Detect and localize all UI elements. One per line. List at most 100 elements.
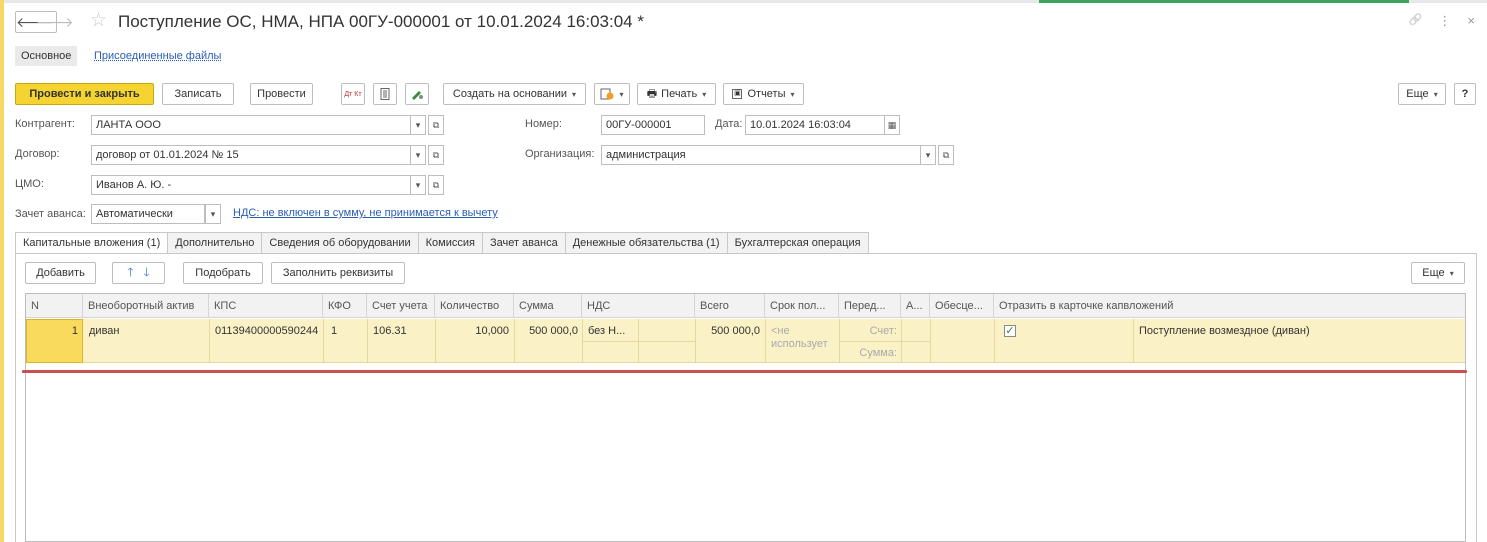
arrow-up-icon[interactable]: 🡑: [127, 263, 133, 284]
top-window-strip: [4, 0, 1487, 3]
col-reflect[interactable]: Отразить в карточке капвложений: [994, 294, 1467, 318]
add-row-button[interactable]: Добавить: [25, 262, 96, 284]
tab-commission[interactable]: Комиссия: [418, 232, 483, 254]
table-header: N Внеоборотный актив КПС КФО Счет учета …: [26, 294, 1465, 318]
more-button[interactable]: Еще ▾: [1398, 83, 1446, 105]
vat-cell[interactable]: без Н...: [588, 325, 636, 337]
org-dropdown-icon[interactable]: ▾: [920, 145, 936, 165]
back-icon[interactable]: 🡐: [16, 14, 54, 31]
move-buttons: 🡑 🡓: [112, 262, 165, 284]
attach-dropdown-button[interactable]: ▾: [594, 83, 630, 105]
number-label: Номер:: [525, 118, 562, 130]
tab-accounting-operation[interactable]: Бухгалтерская операция: [727, 232, 869, 254]
col-account[interactable]: Счет учета: [367, 294, 435, 318]
org-open-icon[interactable]: ⧉: [938, 145, 954, 165]
org-field[interactable]: администрация: [601, 145, 921, 165]
total-cell[interactable]: 500 000,0: [695, 325, 760, 337]
col-asset[interactable]: Внеоборотный актив: [83, 294, 209, 318]
contract-open-icon[interactable]: ⧉: [428, 145, 444, 165]
table-more-button[interactable]: Еще ▾: [1411, 262, 1465, 284]
report-icon: ▣: [732, 89, 743, 99]
col-secured[interactable]: Обесце...: [930, 294, 994, 318]
counterparty-label: Контрагент:: [15, 118, 75, 130]
org-label: Организация:: [525, 148, 595, 160]
page-title: Поступление ОС, НМА, НПА 00ГУ-000001 от …: [118, 12, 644, 31]
reports-button[interactable]: ▣ Отчеты ▾: [723, 83, 804, 105]
print-button[interactable]: 🖶 Печать ▾: [637, 83, 716, 105]
advance-dropdown-icon[interactable]: ▾: [205, 204, 221, 224]
document-tabs: Капитальные вложения (1) Дополнительно С…: [15, 232, 869, 254]
number-field[interactable]: 00ГУ-000001: [601, 115, 705, 135]
col-a[interactable]: А...: [901, 294, 930, 318]
tab-attached-files[interactable]: Присоединенные файлы: [88, 46, 227, 66]
left-accent-strip: [0, 0, 4, 542]
date-label: Дата:: [715, 118, 743, 130]
col-sum[interactable]: Сумма: [514, 294, 582, 318]
post-button[interactable]: Провести: [250, 83, 313, 105]
post-and-close-button[interactable]: Провести и закрыть: [15, 83, 154, 105]
col-term[interactable]: Срок пол...: [765, 294, 839, 318]
asset-cell[interactable]: диван: [89, 325, 119, 337]
col-total[interactable]: Всего: [695, 294, 765, 318]
document-add-icon: [600, 88, 614, 100]
arrow-down-icon[interactable]: 🡓: [144, 263, 150, 284]
cmo-dropdown-icon[interactable]: ▾: [410, 175, 426, 195]
more-vertical-icon[interactable]: ⋮: [1438, 13, 1451, 29]
col-vat[interactable]: НДС: [582, 294, 695, 318]
nav-buttons: 🡐 🡒: [15, 11, 74, 33]
tab-advance-offset[interactable]: Зачет аванса: [482, 232, 566, 254]
printer-icon: 🖶: [646, 87, 658, 100]
col-transfer[interactable]: Перед...: [839, 294, 901, 318]
col-n[interactable]: N: [26, 294, 83, 318]
cmo-field[interactable]: Иванов А. Ю. -: [91, 175, 411, 195]
table-row[interactable]: 1 диван 01139400000590244 1 106.31 10,00…: [26, 319, 1465, 363]
account-cell[interactable]: 106.31: [373, 325, 407, 337]
window-controls: 🔗 ⋮ ×: [1409, 13, 1475, 29]
contract-field[interactable]: договор от 01.01.2024 № 15: [91, 145, 411, 165]
vat-link[interactable]: НДС: не включен в сумму, не принимается …: [233, 207, 498, 219]
help-button[interactable]: ?: [1454, 83, 1476, 105]
transfer-account-cell[interactable]: Счет:: [839, 325, 897, 337]
counterparty-field[interactable]: ЛАНТА ООО: [91, 115, 411, 135]
counterparty-dropdown-icon[interactable]: ▾: [410, 115, 426, 135]
col-kps[interactable]: КПС: [209, 294, 323, 318]
list-doc-icon[interactable]: [373, 83, 397, 105]
close-icon[interactable]: ×: [1467, 13, 1475, 29]
advance-select[interactable]: Автоматически: [91, 204, 205, 224]
counterparty-open-icon[interactable]: ⧉: [428, 115, 444, 135]
term-cell[interactable]: <не использует: [771, 325, 835, 355]
tab-additional[interactable]: Дополнительно: [168, 232, 263, 254]
quantity-cell[interactable]: 10,000: [435, 325, 509, 337]
advance-label: Зачет аванса:: [15, 208, 86, 220]
save-button[interactable]: Записать: [162, 83, 234, 105]
link-icon[interactable]: 🔗: [1409, 13, 1423, 29]
favorite-star-icon[interactable]: ☆: [90, 9, 107, 32]
edit-pen-icon[interactable]: [405, 83, 429, 105]
tab-capital-investments[interactable]: Капитальные вложения (1): [15, 232, 169, 254]
tab-main[interactable]: Основное: [15, 46, 78, 66]
kps-cell[interactable]: 01139400000590244: [215, 325, 318, 337]
transfer-sum-cell[interactable]: Сумма:: [839, 347, 897, 359]
operation-cell[interactable]: Поступление возмездное (диван): [1139, 325, 1310, 337]
highlight-underline: [22, 370, 1467, 373]
calendar-icon[interactable]: ▦: [884, 115, 900, 135]
reflect-checkbox[interactable]: ✓: [1004, 325, 1016, 337]
create-based-on-button[interactable]: Создать на основании ▾: [443, 83, 586, 105]
contract-dropdown-icon[interactable]: ▾: [410, 145, 426, 165]
cmo-open-icon[interactable]: ⧉: [428, 175, 444, 195]
col-kfo[interactable]: КФО: [323, 294, 367, 318]
fill-requisites-button[interactable]: Заполнить реквизиты: [271, 262, 405, 284]
capital-investments-table[interactable]: N Внеоборотный актив КПС КФО Счет учета …: [25, 293, 1466, 542]
col-quantity[interactable]: Количество: [435, 294, 514, 318]
row-number: 1: [71, 325, 78, 337]
kfo-cell[interactable]: 1: [331, 325, 337, 337]
tab-equipment[interactable]: Сведения об оборудовании: [262, 232, 419, 254]
pick-button[interactable]: Подобрать: [183, 262, 263, 284]
tab-monetary-obligations[interactable]: Денежные обязательства (1): [565, 232, 728, 254]
dt-kt-icon[interactable]: Дт Кт: [341, 83, 365, 105]
date-field[interactable]: 10.01.2024 16:03:04: [745, 115, 885, 135]
contract-label: Договор:: [15, 148, 60, 160]
sum-cell[interactable]: 500 000,0: [514, 325, 578, 337]
cmo-label: ЦМО:: [15, 178, 44, 190]
forward-icon[interactable]: 🡒: [36, 14, 74, 31]
